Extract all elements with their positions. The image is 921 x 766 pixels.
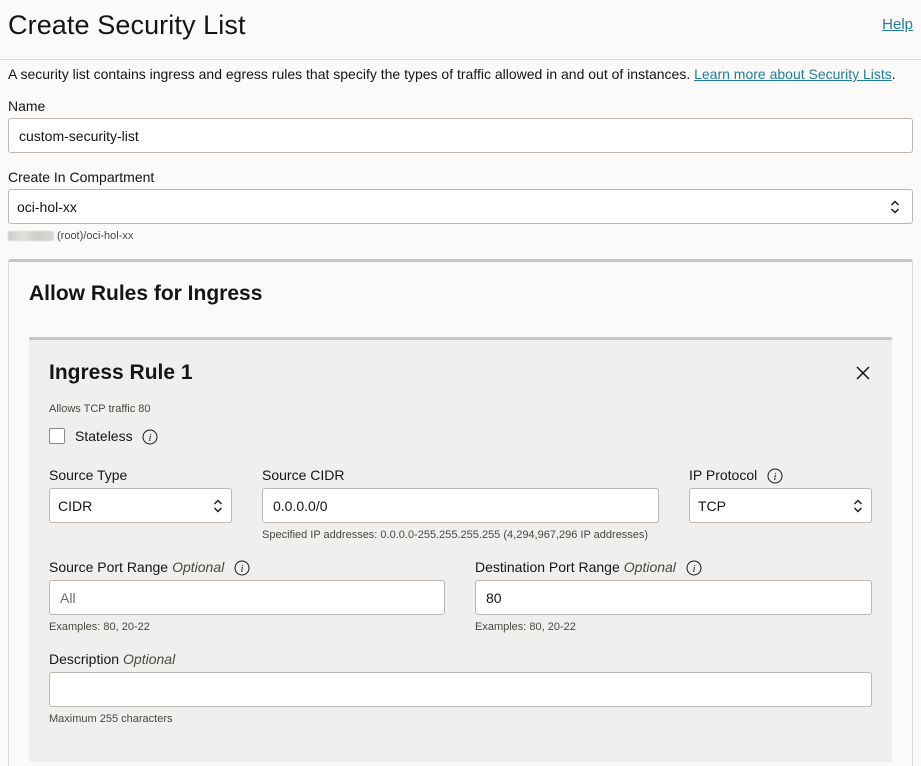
svg-text:i: i (149, 433, 152, 444)
page-title: Create Security List (8, 10, 246, 40)
destination-port-range-input[interactable] (475, 580, 872, 615)
compartment-label: Create In Compartment (8, 169, 155, 185)
source-port-range-field: Source Port Range Optional i (49, 559, 250, 576)
ip-protocol-label: IP Protocol (689, 467, 758, 483)
compartment-path-hint: (root)/oci-hol-xx (8, 230, 133, 242)
destination-port-range-hint: Examples: 80, 20-22 (475, 621, 576, 633)
learn-more-link[interactable]: Learn more about Security Lists (694, 66, 892, 82)
help-link[interactable]: Help (882, 16, 913, 33)
ip-protocol-select[interactable]: TCP (689, 488, 872, 523)
source-cidr-label: Source CIDR (262, 467, 345, 483)
select-chevron-icon (891, 200, 899, 214)
close-icon[interactable] (854, 364, 872, 382)
info-icon[interactable]: i (767, 468, 783, 484)
stateless-checkbox[interactable] (49, 428, 65, 444)
source-type-label: Source Type (49, 467, 128, 483)
info-icon[interactable]: i (142, 429, 158, 445)
stateless-field: Stateless i (75, 428, 158, 445)
description-input[interactable] (49, 672, 872, 707)
destination-port-range-field: Destination Port Range Optional i (475, 559, 702, 576)
ingress-rule-card: Ingress Rule 1 Allows TCP traffic 80 Sta… (29, 337, 892, 762)
source-type-value: CIDR (58, 497, 93, 514)
svg-text:i: i (241, 564, 244, 575)
rule-description-hint: Allows TCP traffic 80 (49, 403, 151, 415)
stateless-label: Stateless (75, 428, 133, 444)
source-cidr-hint: Specified IP addresses: 0.0.0.0-255.255.… (262, 529, 649, 541)
svg-text:i: i (774, 472, 777, 483)
compartment-path-text: (root)/oci-hol-xx (57, 230, 134, 242)
select-chevron-icon (854, 499, 862, 513)
source-port-range-hint: Examples: 80, 20-22 (49, 621, 150, 633)
optional-tag: Optional (172, 559, 225, 575)
intro-description: A security list contains ingress and egr… (8, 66, 695, 82)
optional-tag: Optional (123, 651, 176, 667)
ip-protocol-field: IP Protocol i (689, 467, 783, 484)
description-field: Description Optional (49, 651, 175, 667)
source-type-select[interactable]: CIDR (49, 488, 232, 523)
ip-protocol-value: TCP (698, 497, 726, 514)
compartment-select[interactable]: oci-hol-xx (8, 189, 913, 224)
ingress-section-title: Allow Rules for Ingress (29, 282, 263, 305)
info-icon[interactable]: i (686, 560, 702, 576)
svg-text:i: i (692, 564, 695, 575)
compartment-select-value: oci-hol-xx (17, 198, 77, 215)
optional-tag: Optional (623, 559, 676, 575)
intro-text: A security list contains ingress and egr… (8, 66, 913, 82)
ingress-rule-title: Ingress Rule 1 (49, 361, 193, 384)
ingress-rules-panel: Allow Rules for Ingress Ingress Rule 1 A… (8, 259, 913, 766)
description-label: Description (49, 651, 120, 667)
source-port-range-input[interactable] (49, 580, 445, 615)
source-cidr-input[interactable] (262, 488, 659, 523)
redacted-tenancy-name (8, 231, 54, 242)
destination-port-range-label: Destination Port Range (475, 559, 620, 575)
intro-trailing: . (891, 66, 896, 82)
name-label: Name (8, 98, 46, 114)
description-hint: Maximum 255 characters (49, 713, 173, 725)
name-input[interactable] (8, 118, 913, 153)
source-port-range-label: Source Port Range (49, 559, 169, 575)
select-chevron-icon (214, 499, 222, 513)
page-header: Create Security List Help (0, 0, 921, 60)
info-icon[interactable]: i (234, 560, 250, 576)
